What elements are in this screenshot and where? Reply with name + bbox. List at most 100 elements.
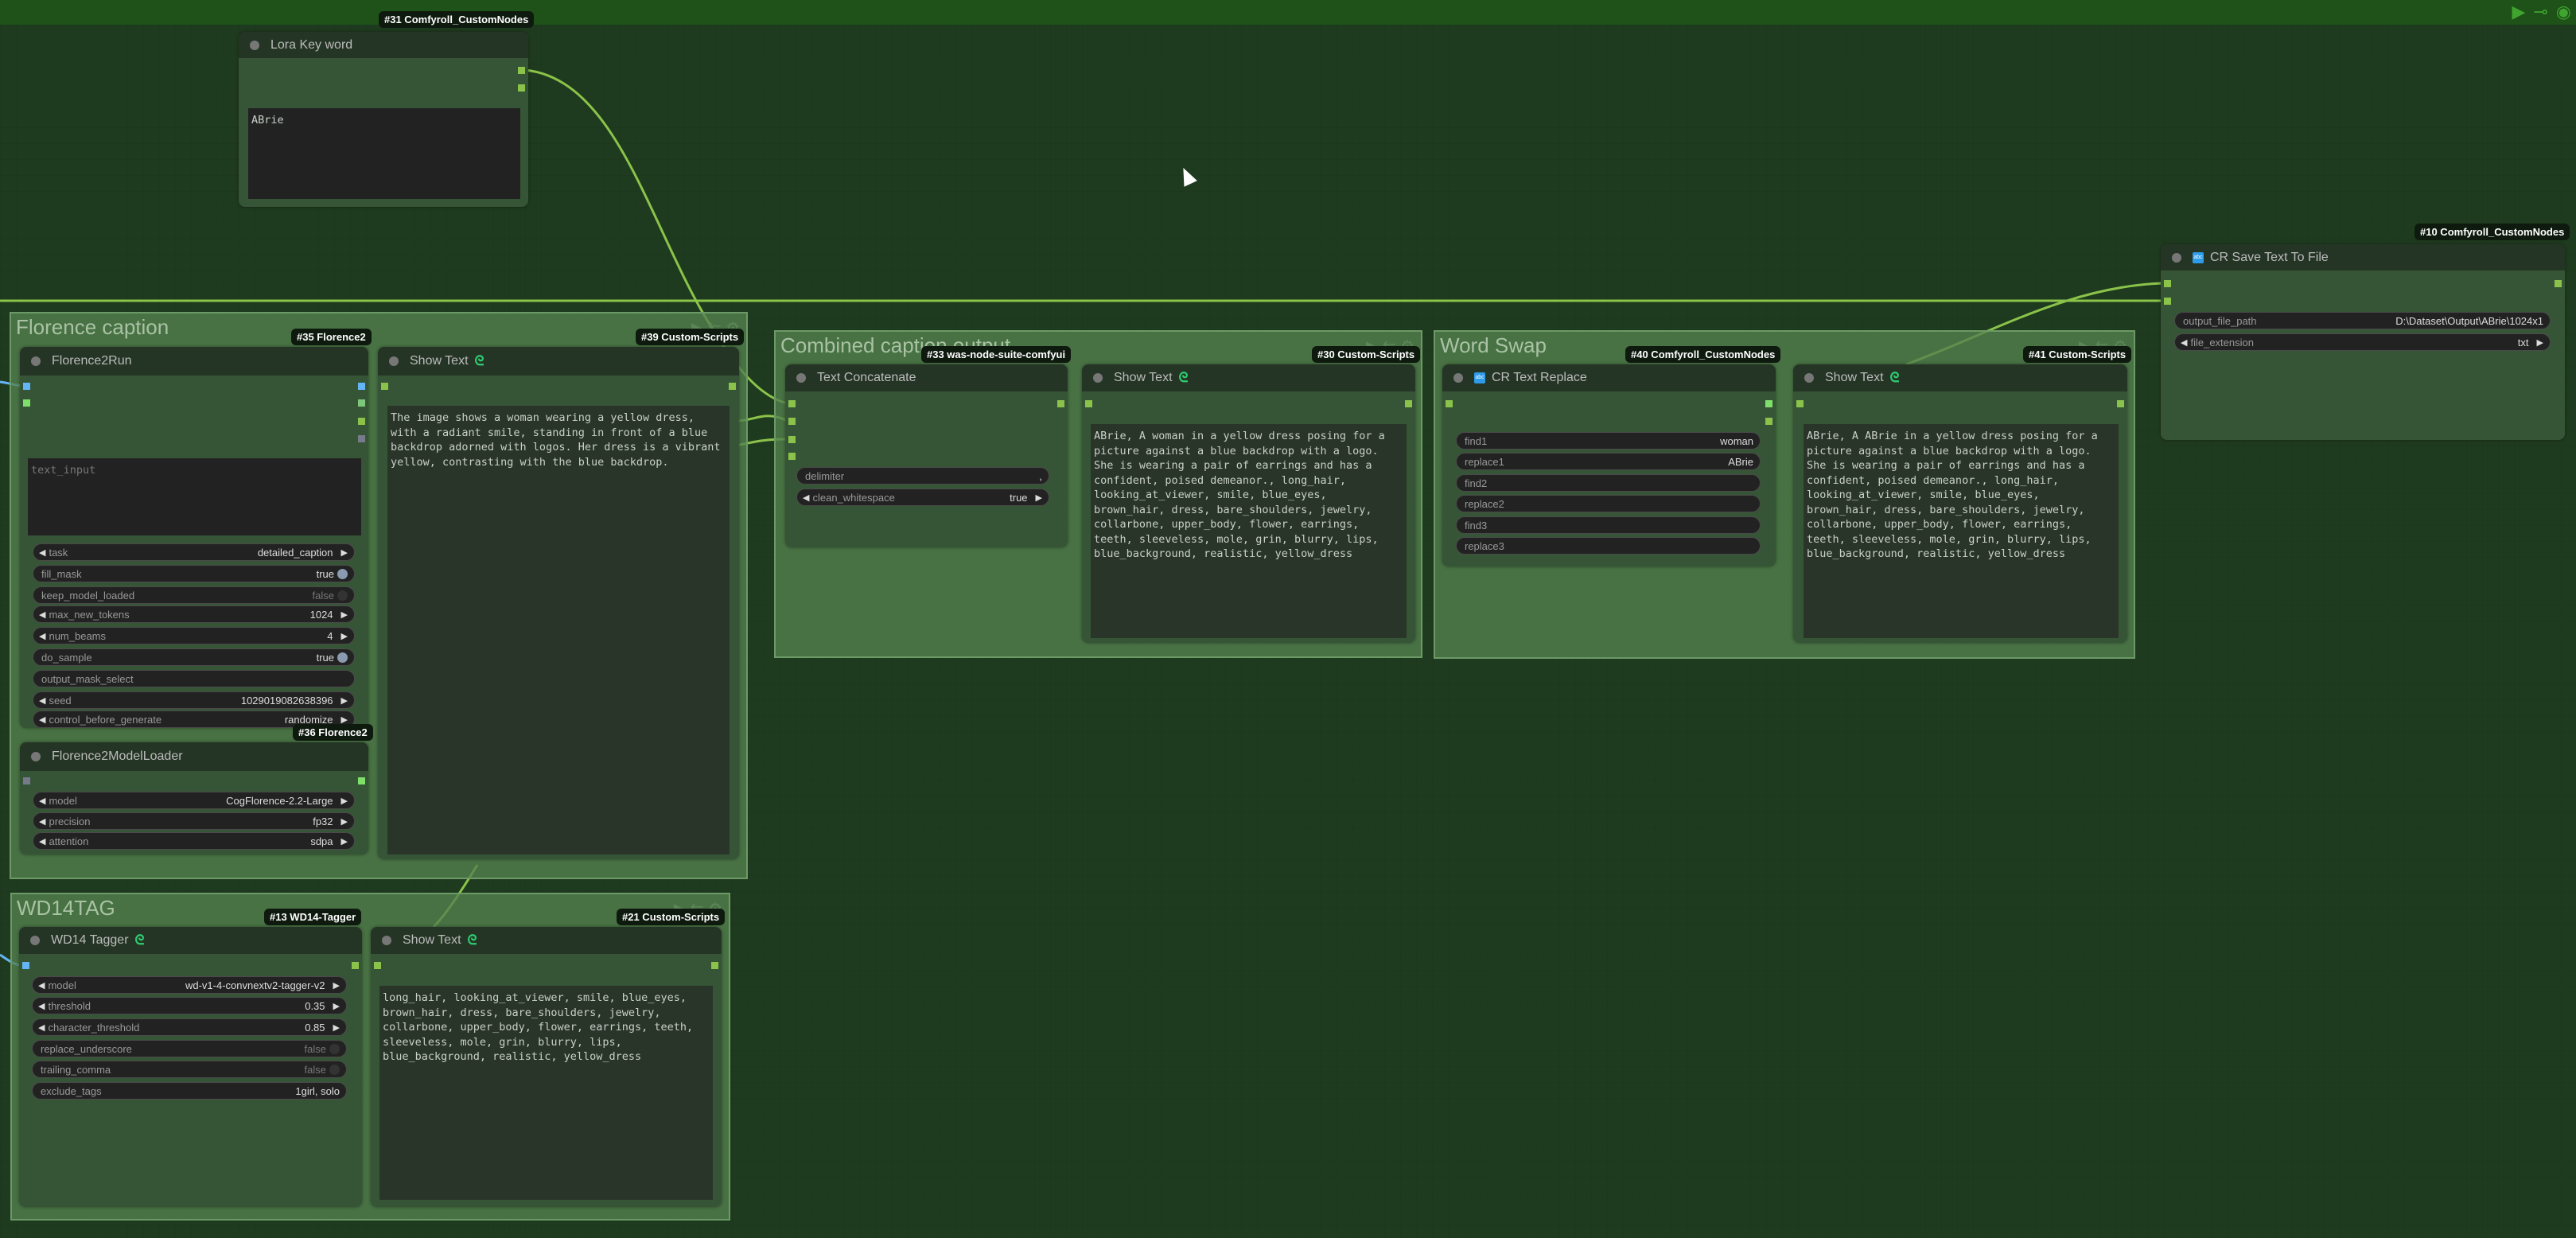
toggle-knob-icon[interactable] bbox=[329, 1043, 340, 1054]
decrement-arrow-icon[interactable]: ◀ bbox=[2181, 337, 2187, 348]
collapse-dot-icon[interactable] bbox=[1093, 373, 1103, 383]
node-title-bar[interactable]: Show Text ᘓ bbox=[371, 927, 722, 954]
node-concat[interactable]: Text Concatenate bbox=[785, 364, 1068, 547]
input-slot[interactable] bbox=[2164, 298, 2171, 305]
text-area[interactable]: ABrie, A ABrie in a yellow dress posing … bbox=[1804, 424, 2119, 638]
node-title-bar[interactable]: Show Text ᘓ bbox=[378, 347, 739, 376]
decrement-arrow-icon[interactable]: ◀ bbox=[39, 631, 45, 641]
toggle-knob-icon[interactable] bbox=[337, 590, 348, 601]
input-slot[interactable] bbox=[23, 399, 30, 407]
decrement-arrow-icon[interactable]: ◀ bbox=[39, 547, 45, 558]
collapse-dot-icon[interactable] bbox=[31, 752, 41, 761]
input-slot[interactable] bbox=[788, 436, 796, 443]
output-slot[interactable] bbox=[358, 435, 365, 442]
decrement-arrow-icon[interactable]: ◀ bbox=[38, 1001, 45, 1011]
output-slot[interactable] bbox=[1765, 418, 1772, 425]
output-slot[interactable] bbox=[2117, 400, 2124, 407]
widget-find2[interactable]: find2 bbox=[1456, 474, 1761, 492]
node-title-bar[interactable]: abc CR Text Replace bbox=[1442, 364, 1776, 391]
input-slot[interactable] bbox=[22, 962, 29, 969]
node-title-bar[interactable]: Show Text ᘓ bbox=[1082, 364, 1415, 391]
toggle-knob-icon[interactable] bbox=[329, 1064, 340, 1075]
widget-max-new-tokens[interactable]: ◀ max_new_tokens 1024 ▶ bbox=[33, 605, 355, 623]
node-title-bar[interactable]: abc CR Save Text To File bbox=[2161, 244, 2565, 271]
collapse-dot-icon[interactable] bbox=[382, 936, 391, 945]
decrement-arrow-icon[interactable]: ◀ bbox=[39, 695, 45, 706]
input-slot[interactable] bbox=[23, 777, 30, 784]
collapse-dot-icon[interactable] bbox=[796, 373, 806, 383]
decrement-arrow-icon[interactable]: ◀ bbox=[39, 609, 45, 620]
collapse-dot-icon[interactable] bbox=[250, 40, 259, 50]
widget-precision[interactable]: ◀ precision fp32 ▶ bbox=[33, 812, 355, 830]
group-title[interactable]: Florence caption bbox=[16, 315, 169, 340]
node-title-bar[interactable]: WD14 Tagger ᘓ bbox=[19, 927, 362, 954]
widget-file-extension[interactable]: ◀ file_extension txt ▶ bbox=[2174, 333, 2551, 351]
input-slot[interactable] bbox=[788, 418, 796, 425]
widget-trailing-comma[interactable]: trailing_comma false bbox=[32, 1061, 347, 1078]
collapse-dot-icon[interactable] bbox=[2172, 252, 2181, 263]
node-title-bar[interactable]: Text Concatenate bbox=[785, 364, 1068, 391]
widget-replace1[interactable]: replace1 ABrie bbox=[1456, 453, 1761, 470]
decrement-arrow-icon[interactable]: ◀ bbox=[39, 816, 45, 827]
widget-keep-model-loaded[interactable]: keep_model_loaded false bbox=[33, 586, 355, 604]
widget-model[interactable]: ◀ model wd-v1-4-convnextv2-tagger-v2 ▶ bbox=[32, 976, 347, 994]
widget-delimiter[interactable]: delimiter, bbox=[796, 467, 1049, 485]
increment-arrow-icon[interactable]: ▶ bbox=[2537, 337, 2543, 348]
input-slot[interactable] bbox=[1085, 400, 1092, 407]
increment-arrow-icon[interactable]: ▶ bbox=[333, 980, 340, 991]
widget-clean-whitespace[interactable]: ◀ clean_whitespace true ▶ bbox=[796, 489, 1049, 506]
collapse-dot-icon[interactable] bbox=[1804, 373, 1814, 383]
widget-fill-mask[interactable]: fill_mask true bbox=[33, 565, 355, 582]
widget-num-beams[interactable]: ◀ num_beams 4 ▶ bbox=[33, 627, 355, 644]
group-title[interactable]: WD14TAG bbox=[17, 896, 115, 921]
increment-arrow-icon[interactable]: ▶ bbox=[333, 1022, 340, 1033]
increment-arrow-icon[interactable]: ▶ bbox=[341, 695, 348, 706]
increment-arrow-icon[interactable]: ▶ bbox=[341, 609, 348, 620]
collapse-dot-icon[interactable] bbox=[389, 356, 399, 366]
input-slot[interactable] bbox=[23, 383, 30, 390]
increment-arrow-icon[interactable]: ▶ bbox=[1036, 492, 1042, 503]
output-slot[interactable] bbox=[358, 777, 365, 784]
decrement-arrow-icon[interactable]: ◀ bbox=[803, 492, 809, 503]
widget-threshold[interactable]: ◀ threshold 0.35 ▶ bbox=[32, 997, 347, 1014]
output-slot[interactable] bbox=[518, 84, 525, 91]
toggle-knob-icon[interactable] bbox=[337, 568, 348, 579]
output-slot[interactable] bbox=[352, 962, 359, 969]
decrement-arrow-icon[interactable]: ◀ bbox=[38, 980, 45, 991]
widget-attention[interactable]: ◀ attention sdpa ▶ bbox=[33, 832, 355, 850]
input-slot[interactable] bbox=[381, 383, 388, 390]
input-slot[interactable] bbox=[788, 453, 796, 460]
output-slot[interactable] bbox=[1765, 400, 1772, 407]
text-area[interactable]: text_input bbox=[28, 458, 361, 535]
node-title-bar[interactable]: Florence2Run bbox=[20, 347, 368, 376]
output-slot[interactable] bbox=[1405, 400, 1412, 407]
group-title[interactable]: Word Swap bbox=[1440, 333, 1547, 358]
input-slot[interactable] bbox=[788, 400, 796, 407]
input-slot[interactable] bbox=[1796, 400, 1804, 407]
collapse-dot-icon[interactable] bbox=[30, 936, 40, 945]
increment-arrow-icon[interactable]: ▶ bbox=[341, 836, 348, 847]
output-slot[interactable] bbox=[358, 418, 365, 425]
output-slot[interactable] bbox=[518, 67, 525, 74]
node-title-bar[interactable]: Florence2ModelLoader bbox=[20, 742, 368, 771]
collapse-dot-icon[interactable] bbox=[31, 356, 41, 366]
decrement-arrow-icon[interactable]: ◀ bbox=[38, 1022, 45, 1033]
widget-exclude-tags[interactable]: exclude_tags 1girl, solo bbox=[32, 1082, 347, 1100]
output-slot[interactable] bbox=[2555, 280, 2562, 287]
widget-output-mask-select[interactable]: output_mask_select bbox=[33, 670, 355, 687]
increment-arrow-icon[interactable]: ▶ bbox=[333, 1001, 340, 1011]
output-slot[interactable] bbox=[358, 399, 365, 407]
output-slot[interactable] bbox=[729, 383, 736, 390]
increment-arrow-icon[interactable]: ▶ bbox=[341, 796, 348, 806]
input-slot[interactable] bbox=[1446, 400, 1453, 407]
text-area[interactable]: ABrie, A woman in a yellow dress posing … bbox=[1091, 424, 1407, 638]
text-area[interactable]: ABrie bbox=[248, 108, 520, 199]
input-slot[interactable] bbox=[374, 962, 381, 969]
node-title-bar[interactable]: Lora Key word bbox=[239, 32, 528, 58]
node-title-bar[interactable]: Show Text ᘓ bbox=[1793, 364, 2127, 391]
decrement-arrow-icon[interactable]: ◀ bbox=[39, 836, 45, 847]
increment-arrow-icon[interactable]: ▶ bbox=[341, 547, 348, 558]
widget-do-sample[interactable]: do_sample true bbox=[33, 648, 355, 666]
output-slot[interactable] bbox=[1057, 400, 1064, 407]
text-area[interactable]: The image shows a woman wearing a yellow… bbox=[387, 406, 730, 855]
